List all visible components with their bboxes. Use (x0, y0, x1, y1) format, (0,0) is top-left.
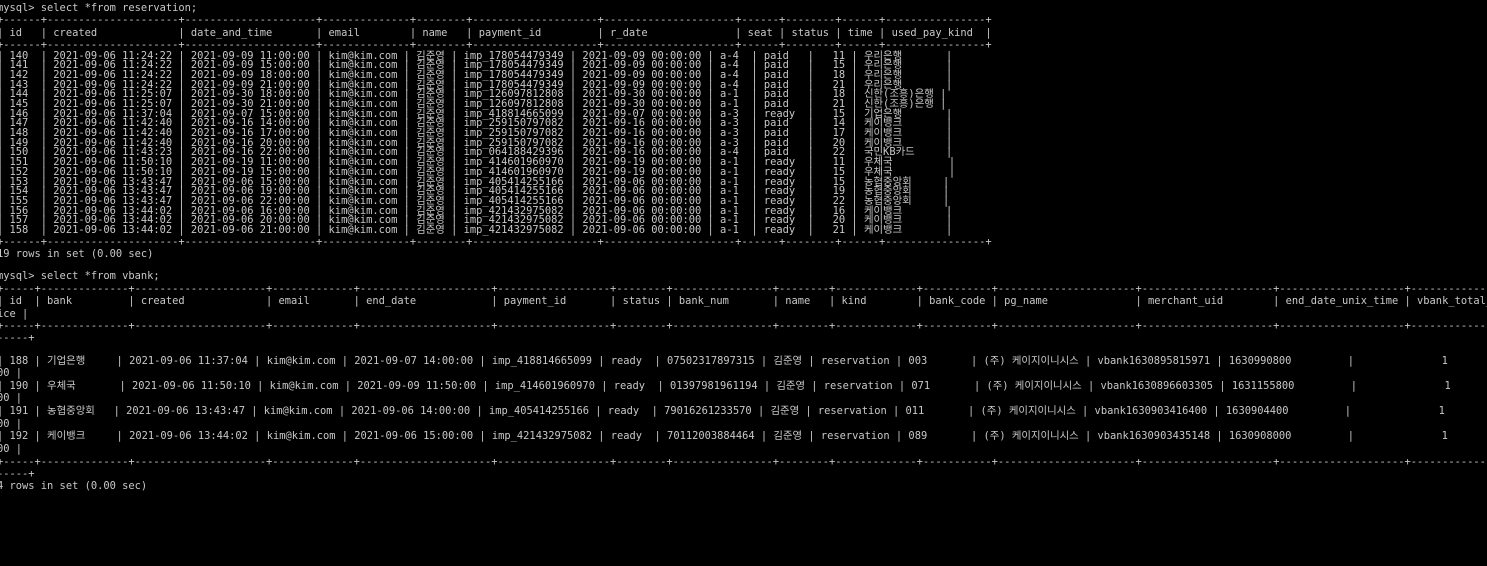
reservation-rows: | 140 | 2021-09-06 11:24:22 | 2021-09-09… (0, 51, 1487, 236)
table-row-line: | 191 | 농협중앙회 | 2021-09-06 13:43:47 | ki… (0, 405, 1445, 418)
table-header: | id | bank | created | email | end_date… (0, 295, 1487, 308)
table-row-wrap: 00 | (0, 392, 23, 405)
result-summary: 4 rows in set (0.00 sec) (0, 480, 148, 493)
table-border: +------+---------------------+----------… (0, 235, 992, 248)
query-vbank: mysql> select *from vbank; (0, 270, 160, 283)
table-border: +-----+--------------+------------------… (0, 319, 1487, 332)
table-row-line: | 190 | 우체국 | 2021-09-06 11:50:10 | kim@… (0, 379, 1451, 392)
table-border: +------+---------------------+----------… (0, 14, 992, 27)
table-row: | 158 | 2021-09-06 13:44:02 | 2021-09-06… (0, 223, 953, 236)
table-row-wrap: 00 | (0, 417, 23, 430)
terminal-output[interactable]: mysql> select *from reservation; +------… (0, 2, 1487, 493)
query-reservation: mysql> select *from reservation; (0, 2, 198, 14)
table-row: | 192 | 케이뱅크 | 2021-09-06 13:44:02 | kim… (0, 430, 1487, 455)
table-border: +-----+--------------+------------------… (0, 455, 1487, 468)
table-border-wrap: -----+ (0, 332, 35, 345)
table-row: | 190 | 우체국 | 2021-09-06 11:50:10 | kim@… (0, 380, 1487, 405)
table-row-line: | 188 | 기업은행 | 2021-09-06 11:37:04 | kim… (0, 354, 1448, 367)
table-row-wrap: 00 | (0, 367, 23, 380)
table-row: | 191 | 농협중앙회 | 2021-09-06 13:43:47 | ki… (0, 405, 1487, 430)
table-row-line: | 192 | 케이뱅크 | 2021-09-06 13:44:02 | kim… (0, 430, 1448, 443)
table-header: | id | created | date_and_time | email |… (0, 26, 992, 39)
vbank-output: mysql> select *from vbank; +-----+------… (0, 270, 1487, 492)
table-row: | 188 | 기업은행 | 2021-09-06 11:37:04 | kim… (0, 355, 1487, 380)
table-border: +-----+--------------+------------------… (0, 282, 1487, 295)
result-summary: 19 rows in set (0.00 sec) (0, 248, 154, 261)
table-header-wrap: ice | (0, 307, 29, 320)
table-border-wrap: -----+ (0, 467, 35, 480)
table-row-wrap: 00 | (0, 442, 23, 455)
